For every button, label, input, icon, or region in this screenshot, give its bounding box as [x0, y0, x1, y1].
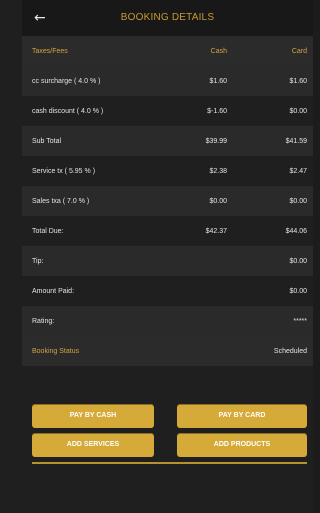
booking-status-label: Booking Status — [32, 347, 80, 355]
table-row: Amount Paid: $0.00 — [22, 276, 313, 306]
header-bar: ← BOOKING DETAILS — [22, 0, 313, 36]
row-label: Total Due: — [32, 227, 64, 235]
table-row: Total Due: $42.37 $44.06 — [22, 216, 313, 246]
row-card-value: $44.06 — [285, 227, 307, 235]
row-cash-value: $42.37 — [205, 227, 227, 235]
row-label: Rating: — [32, 317, 55, 325]
table-row: cash discount ( 4.0 % ) $-1.60 $0.00 — [22, 96, 313, 126]
status-badge: Scheduled — [273, 347, 307, 355]
row-label: Sub Total — [32, 137, 62, 145]
fees-table: Taxes/Fees Cash Card cc surcharge ( 4.0 … — [22, 36, 313, 366]
row-cash-value: $1.60 — [209, 77, 227, 85]
row-cash-value: $39.99 — [205, 137, 227, 145]
table-header-row: Taxes/Fees Cash Card — [22, 36, 313, 66]
row-card-value: $0.00 — [289, 287, 307, 295]
row-label: Tip: — [32, 257, 44, 265]
page-title: BOOKING DETAILS — [120, 12, 215, 23]
table-row: Service tx ( 5.95 % ) $2.38 $2.47 — [22, 156, 313, 186]
header-card: Card — [291, 47, 307, 55]
table-row: cc surcharge ( 4.0 % ) $1.60 $1.60 — [22, 66, 313, 96]
row-label: cc surcharge ( 4.0 % ) — [32, 77, 101, 85]
booking-status-row: Booking Status Scheduled — [22, 336, 313, 366]
pay-by-card-button[interactable]: PAY BY CARD — [177, 404, 307, 428]
header-label: Taxes/Fees — [32, 47, 68, 55]
row-cash-value: $0.00 — [209, 197, 227, 205]
row-label: Sales txa ( 7.0 % ) — [32, 197, 90, 205]
table-row: Sales txa ( 7.0 % ) $0.00 $0.00 — [22, 186, 313, 216]
row-label: cash discount ( 4.0 % ) — [32, 107, 104, 115]
row-card-value: $0.00 — [289, 107, 307, 115]
rating-stars: ***** — [293, 317, 307, 325]
row-card-value: $2.47 — [289, 167, 307, 175]
table-row: Tip: $0.00 — [22, 246, 313, 276]
row-cash-value: $-1.60 — [207, 107, 227, 115]
add-services-button[interactable]: ADD SERVICES — [32, 433, 154, 457]
add-products-button[interactable]: ADD PRODUCTS — [177, 433, 307, 457]
table-row: Rating: ***** — [22, 306, 313, 336]
row-card-value: $0.00 — [289, 197, 307, 205]
row-label: Service tx ( 5.95 % ) — [32, 167, 96, 175]
row-card-value: $0.00 — [289, 257, 307, 265]
row-card-value: $1.60 — [289, 77, 307, 85]
action-buttons: PAY BY CASH PAY BY CARD ADD SERVICES ADD… — [22, 390, 313, 500]
app-frame: ← BOOKING DETAILS Taxes/Fees Cash Card c… — [0, 0, 313, 513]
row-cash-value: $2.38 — [209, 167, 227, 175]
row-label: Amount Paid: — [32, 287, 75, 295]
pay-by-cash-button[interactable]: PAY BY CASH — [32, 404, 154, 428]
row-card-value: $41.59 — [285, 137, 307, 145]
divider — [32, 462, 307, 464]
table-row: Sub Total $39.99 $41.59 — [22, 126, 313, 156]
header-cash: Cash — [210, 47, 227, 55]
